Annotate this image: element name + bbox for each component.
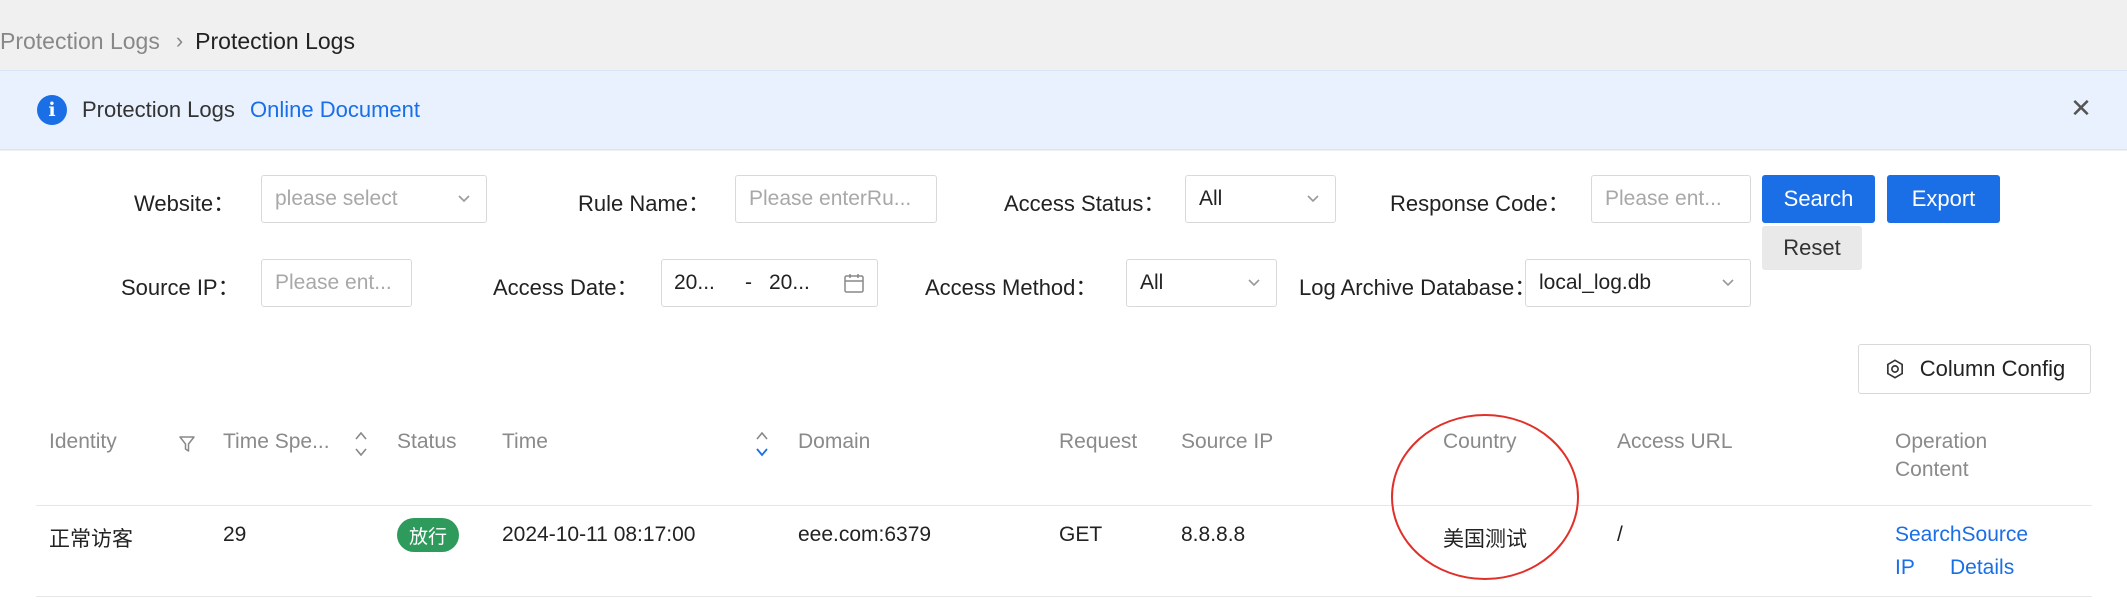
- reset-button[interactable]: Reset: [1762, 226, 1862, 270]
- calendar-icon: [844, 274, 864, 293]
- search-source-ip-link[interactable]: SearchSource: [1895, 523, 2028, 547]
- source-ip-input[interactable]: Please ent...: [261, 259, 412, 307]
- chevron-down-icon: [1307, 195, 1319, 203]
- cell-domain: eee.com:6379: [798, 523, 932, 546]
- sort-icon[interactable]: [754, 428, 770, 460]
- access-date-range[interactable]: 20... - 20...: [661, 259, 878, 307]
- col-request: Request: [1059, 430, 1138, 453]
- breadcrumb-parent[interactable]: Protection Logs: [0, 28, 160, 55]
- cell-request: GET: [1059, 523, 1103, 546]
- col-source-ip: Source IP: [1181, 430, 1274, 453]
- log-archive-db-select[interactable]: local_log.db: [1525, 259, 1751, 307]
- col-access-url: Access URL: [1617, 430, 1733, 453]
- rule-name-label: Rule Name：: [578, 191, 711, 216]
- row-divider: [36, 596, 2092, 597]
- access-method-label: Access Method：: [925, 275, 1098, 300]
- details-link[interactable]: Details: [1950, 556, 2014, 580]
- date-separator: -: [745, 271, 752, 294]
- col-status: Status: [397, 430, 457, 453]
- col-domain: Domain: [798, 430, 871, 453]
- cell-identity: 正常访客: [49, 528, 133, 551]
- col-operation-content: Operation Content: [1895, 430, 1988, 481]
- website-select[interactable]: please select: [261, 175, 487, 223]
- alert-text: Protection Logs: [82, 97, 235, 122]
- website-label: Website：: [134, 191, 236, 216]
- date-start[interactable]: 20...: [674, 271, 715, 295]
- cell-source-ip: 8.8.8.8: [1181, 523, 1246, 546]
- close-icon[interactable]: ✕: [2066, 93, 2096, 123]
- export-button[interactable]: Export: [1887, 175, 2000, 223]
- date-end[interactable]: 20...: [769, 271, 810, 295]
- log-archive-db-label: Log Archive Database：: [1299, 275, 1536, 300]
- rule-name-input[interactable]: Please enterRu...: [735, 175, 937, 223]
- annotation-circle: [1391, 414, 1579, 580]
- col-time: Time: [502, 430, 548, 453]
- chevron-down-icon: [1248, 279, 1260, 287]
- cell-time-spent: 29: [223, 523, 247, 546]
- access-method-select[interactable]: All: [1126, 259, 1277, 307]
- search-source-ip-link-cont[interactable]: IP: [1895, 556, 1915, 580]
- column-config-button[interactable]: Column Config: [1858, 344, 2091, 394]
- col-identity: Identity: [49, 430, 117, 453]
- chevron-down-icon: [458, 195, 470, 203]
- chevron-down-icon: [1722, 279, 1734, 287]
- access-status-select[interactable]: All: [1185, 175, 1336, 223]
- search-button[interactable]: Search: [1762, 175, 1875, 223]
- response-code-input[interactable]: Please ent...: [1591, 175, 1751, 223]
- source-ip-label: Source IP：: [121, 275, 240, 300]
- online-document-link[interactable]: Online Document: [250, 97, 420, 123]
- breadcrumb: Protection Logs › Protection Logs: [0, 26, 355, 56]
- header-divider: [36, 505, 2092, 506]
- info-icon: i: [37, 95, 67, 125]
- chevron-right-icon: ›: [175, 28, 184, 53]
- sort-icon[interactable]: [353, 428, 369, 460]
- status-badge: 放行: [397, 518, 459, 552]
- gear-icon: [1886, 359, 1903, 379]
- info-alert: i Protection Logs Online Document ✕: [0, 70, 2127, 150]
- cell-access-url: /: [1617, 523, 1623, 546]
- access-status-label: Access Status：: [1004, 191, 1166, 216]
- breadcrumb-current: Protection Logs: [195, 27, 355, 54]
- col-time-spent: Time Spe...: [223, 430, 330, 453]
- filter-icon[interactable]: [178, 435, 196, 453]
- cell-time: 2024-10-11 08:17:00: [502, 523, 696, 546]
- response-code-label: Response Code：: [1390, 191, 1570, 216]
- access-date-label: Access Date：: [493, 275, 639, 300]
